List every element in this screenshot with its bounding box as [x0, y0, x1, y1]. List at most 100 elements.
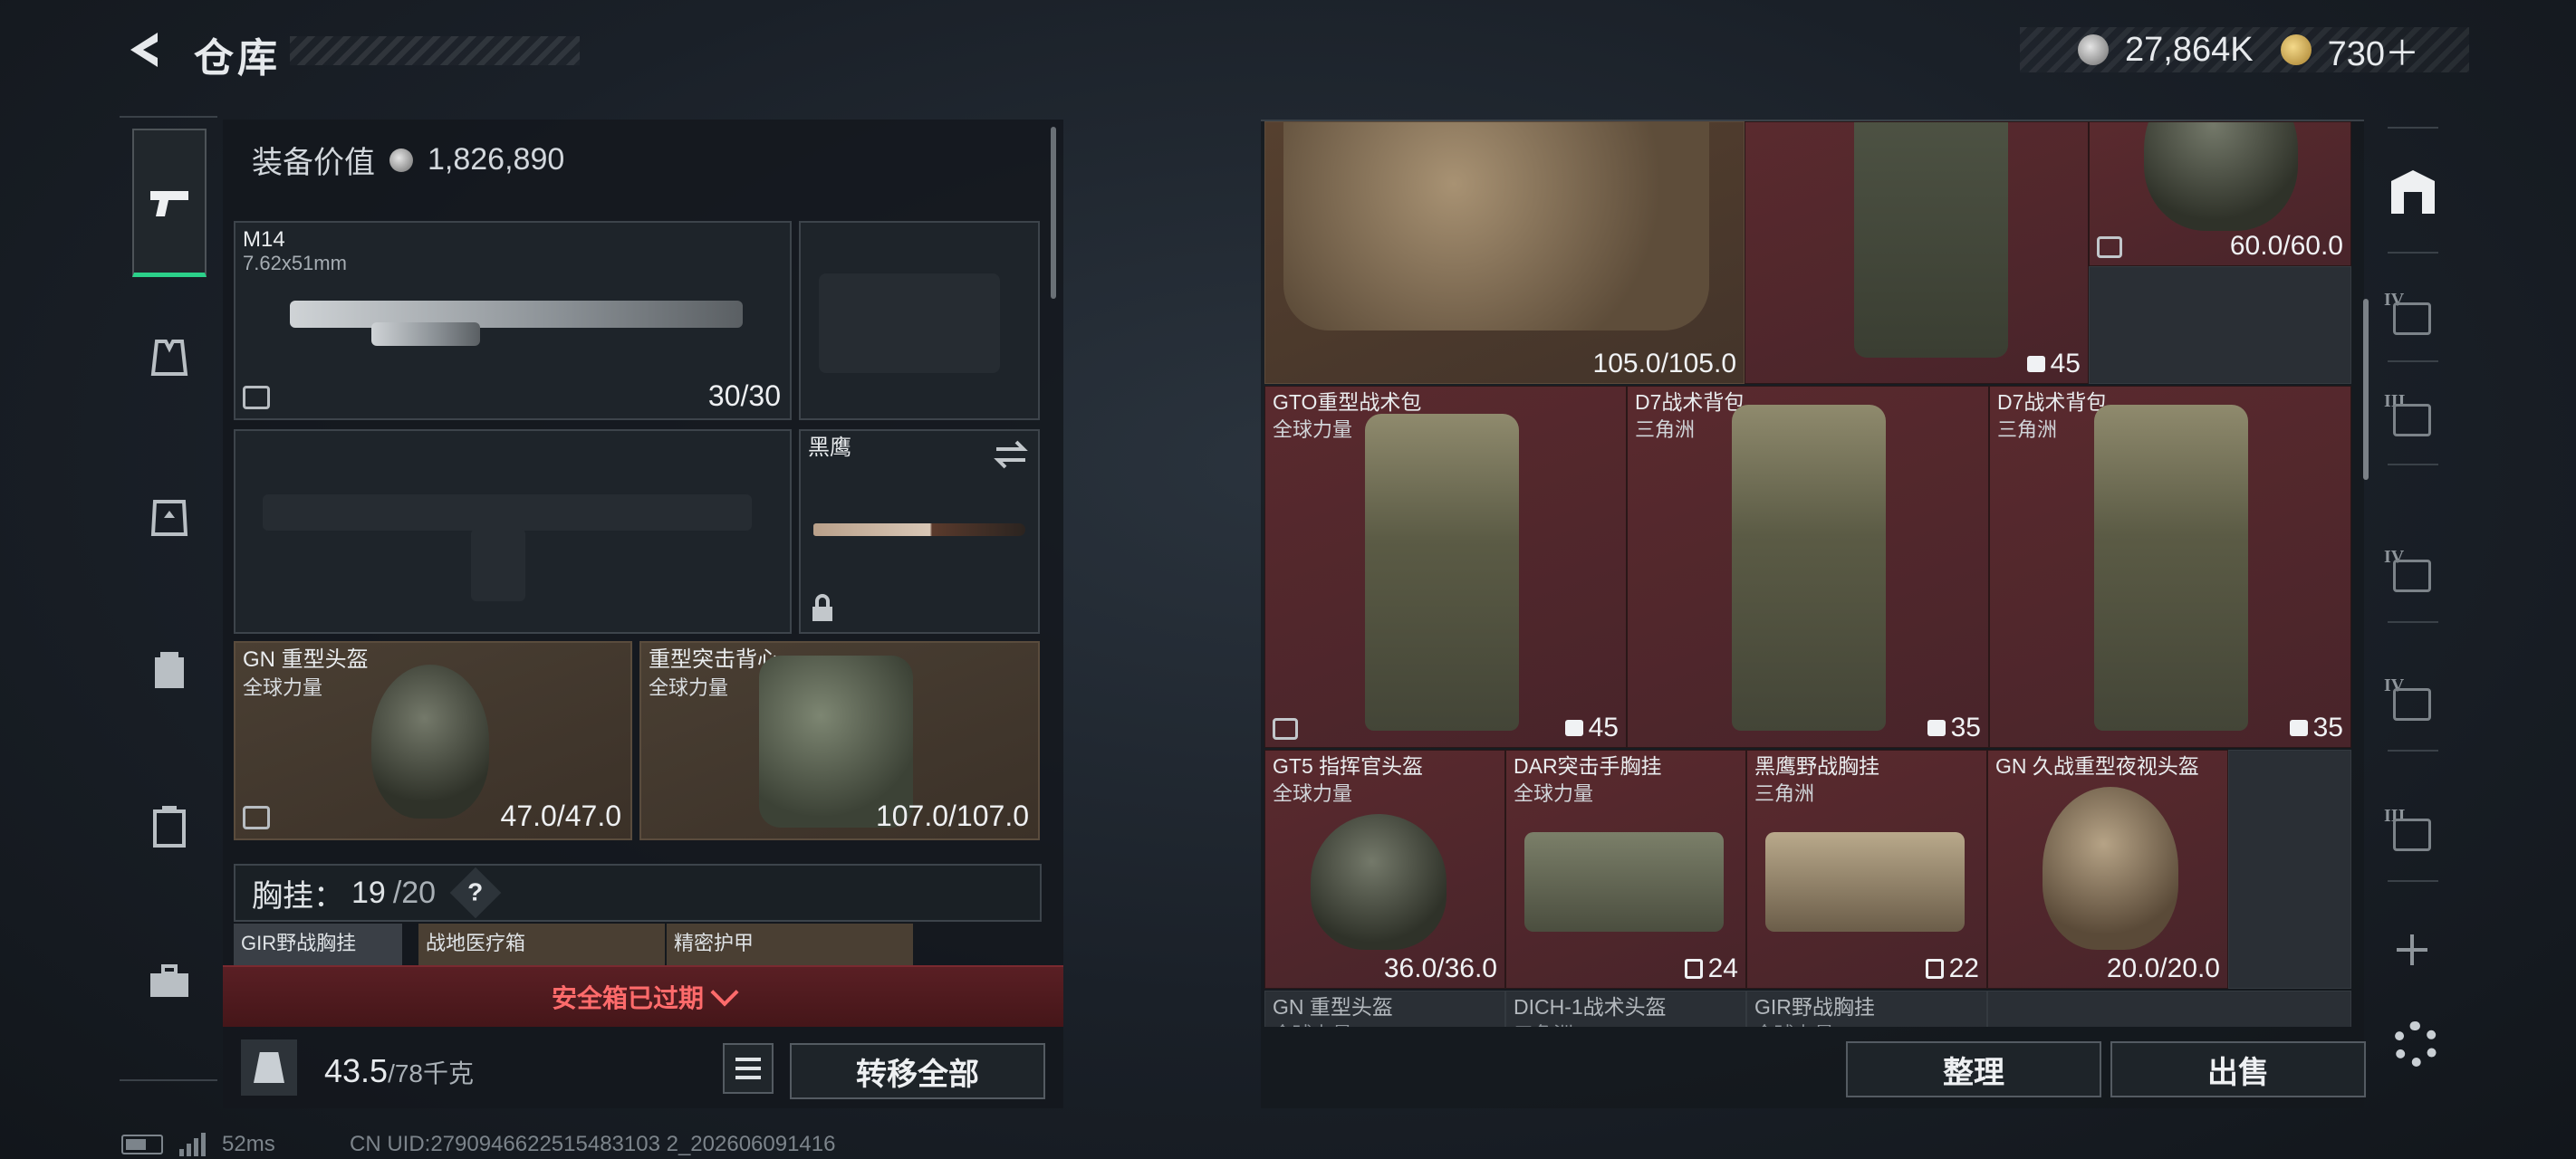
armor-slot[interactable]: 重型突击背心 全球力量 107.0/107.0: [639, 641, 1040, 840]
mini-slot-name: GIR野战胸挂: [241, 932, 357, 954]
stash-scrollbar[interactable]: [2363, 299, 2369, 480]
battery-icon: [121, 1135, 163, 1154]
item-durability: 20.0/20.0: [2106, 953, 2220, 983]
item-faction: 全球力量: [1273, 782, 1353, 805]
sort-button[interactable]: 整理: [1846, 1041, 2101, 1097]
stash-item-helmet[interactable]: GN 重型头盔 全球力量: [1264, 991, 1505, 1027]
stash-item-chest-rig[interactable]: DAR突击手胸挂 全球力量 24: [1505, 750, 1746, 989]
item-faction: 全球力量: [1273, 1019, 1352, 1027]
item-faction: 三角洲: [1514, 1019, 1573, 1027]
divider: [2388, 360, 2438, 362]
secondary-weapon-slot[interactable]: [234, 429, 792, 634]
stash-tab-tier[interactable]: III: [2384, 806, 2442, 864]
transfer-all-button[interactable]: 转移全部: [790, 1043, 1045, 1099]
loadout-scrollbar[interactable]: [1051, 127, 1056, 299]
pistol-slot[interactable]: [799, 221, 1040, 420]
nav-backpack-tab[interactable]: [132, 632, 207, 706]
item-name: GTO重型战术包: [1273, 390, 1422, 414]
stash-empty-cell[interactable]: [2089, 266, 2351, 384]
stash-all-tab[interactable]: [2384, 163, 2442, 221]
stash-grid[interactable]: 105.0/105.0 45 60.0/60.0 GTO重型战术包 全球力量 4…: [1264, 121, 2351, 1027]
mini-slot-rig[interactable]: GIR野战胸挂: [234, 924, 402, 967]
not-tradable-icon: [243, 386, 270, 409]
stash-item-backpack[interactable]: D7战术背包 三角洲 35: [1989, 386, 2351, 748]
item-faction: 三角洲: [1754, 782, 1815, 805]
nav-chest-rig-tab[interactable]: [132, 790, 207, 864]
item-level-badge: 45: [1564, 713, 1619, 743]
item-level-badge: 35: [2289, 713, 2343, 743]
mini-slot-armor[interactable]: 精密护甲: [667, 924, 913, 967]
night-vision-helmet-image: [2043, 787, 2178, 950]
status-bar: 52ms: [121, 1132, 275, 1157]
help-icon[interactable]: ?: [449, 867, 502, 919]
stash-item-armor[interactable]: 105.0/105.0: [1264, 121, 1745, 384]
page-title: 仓库: [194, 36, 281, 81]
gold-currency-value[interactable]: 730＋: [2328, 25, 2419, 75]
stash-item-chest-rig[interactable]: 黑鹰野战胸挂 三角洲 22: [1746, 750, 1987, 989]
armor-image: [1283, 122, 1709, 330]
weight-row: 43.5/78千克 转移全部: [223, 1030, 1063, 1108]
item-name: D7战术背包: [1635, 390, 1745, 414]
helmet-slot[interactable]: GN 重型头盔 全球力量 47.0/47.0: [234, 641, 632, 840]
title-decoration: [290, 36, 580, 65]
item-name: GIR野战胸挂: [1754, 995, 1875, 1019]
item-name: GN 重型头盔: [1273, 995, 1393, 1019]
add-stash-icon[interactable]: [2397, 934, 2427, 965]
equipment-value-label: 装备价值: [252, 146, 375, 180]
item-level-badge: 45: [2026, 349, 2081, 379]
stash-box-icon: [2393, 560, 2431, 592]
gold-coin-icon: [2280, 34, 2312, 65]
silver-coin-icon: [2078, 34, 2109, 65]
stash-empty-cell[interactable]: [2228, 750, 2351, 989]
stash-item-helmet[interactable]: DICH-1战术头盔 三角洲: [1505, 991, 1746, 1027]
stash-item-night-vision-helmet[interactable]: GN 久战重型夜视头盔 20.0/20.0: [1987, 750, 2228, 989]
vest-icon: [150, 340, 188, 376]
divider: [2388, 464, 2438, 465]
stash-tab-tier[interactable]: IV: [2384, 290, 2442, 348]
armor-durability: 107.0/107.0: [875, 800, 1029, 832]
swap-icon[interactable]: [993, 438, 1029, 471]
stash-tab-tier[interactable]: III: [2384, 391, 2442, 449]
stash-category-nav: IV III IV IV III: [2371, 116, 2455, 1076]
stash-tab-tier[interactable]: IV: [2384, 675, 2442, 733]
stash-item-chest-rig[interactable]: GIR野战胸挂 全球力量: [1746, 991, 1987, 1027]
nav-backpack-tier-tab[interactable]: [132, 478, 207, 552]
stash-item-backpack[interactable]: 45: [1745, 121, 2089, 384]
stash-item-backpack[interactable]: GTO重型战术包 全球力量 45: [1264, 386, 1627, 748]
back-arrow-icon[interactable]: [121, 27, 167, 72]
item-faction: 三角洲: [1635, 418, 1696, 441]
pistol-icon: [150, 190, 188, 216]
stash-item-helmet[interactable]: GT5 指挥官头盔 全球力量 36.0/36.0: [1264, 750, 1505, 989]
stash-item-backpack[interactable]: D7战术背包 三角洲 35: [1627, 386, 1989, 748]
nav-toolbox-tab[interactable]: [132, 945, 207, 1020]
stash-empty-cell[interactable]: [1987, 991, 2351, 1027]
toolbox-icon: [150, 964, 188, 997]
divider: [2388, 252, 2438, 254]
backpack-image: [2094, 405, 2248, 731]
mini-slot-medkit[interactable]: 战地医疗箱: [418, 924, 665, 967]
item-name: GT5 指挥官头盔: [1273, 754, 1424, 778]
helmet-image: [1311, 814, 1447, 950]
stash-box-icon: [2393, 819, 2431, 851]
helmet-faction: 全球力量: [243, 676, 323, 699]
safebox-expired-banner[interactable]: 安全箱已过期: [223, 965, 1063, 1027]
list-view-button[interactable]: [723, 1043, 774, 1094]
nav-vest-tab[interactable]: [132, 321, 207, 395]
stash-tab-tier[interactable]: IV: [2384, 547, 2442, 605]
weight-current: 43.5: [324, 1052, 389, 1089]
ping-value: 52ms: [222, 1132, 275, 1156]
signal-icon: [179, 1133, 206, 1156]
gear-icon[interactable]: [2393, 1021, 2438, 1067]
sell-button[interactable]: 出售: [2110, 1041, 2366, 1097]
melee-slot[interactable]: 黑鹰: [799, 429, 1040, 634]
primary-weapon-slot[interactable]: M14 7.62x51mm 30/30: [234, 221, 792, 420]
item-faction: 三角洲: [1997, 418, 2058, 441]
nav-weapons-tab[interactable]: [132, 129, 207, 277]
stash-box-icon: [2393, 404, 2431, 436]
armor-faction: 全球力量: [649, 676, 729, 699]
pistol-placeholder-icon: [819, 273, 1000, 373]
item-faction: 全球力量: [1754, 1019, 1834, 1027]
stash-item-helmet[interactable]: 60.0/60.0: [2089, 121, 2351, 266]
equipment-value: 1,826,890: [428, 142, 565, 177]
silver-coin-icon: [389, 148, 413, 172]
